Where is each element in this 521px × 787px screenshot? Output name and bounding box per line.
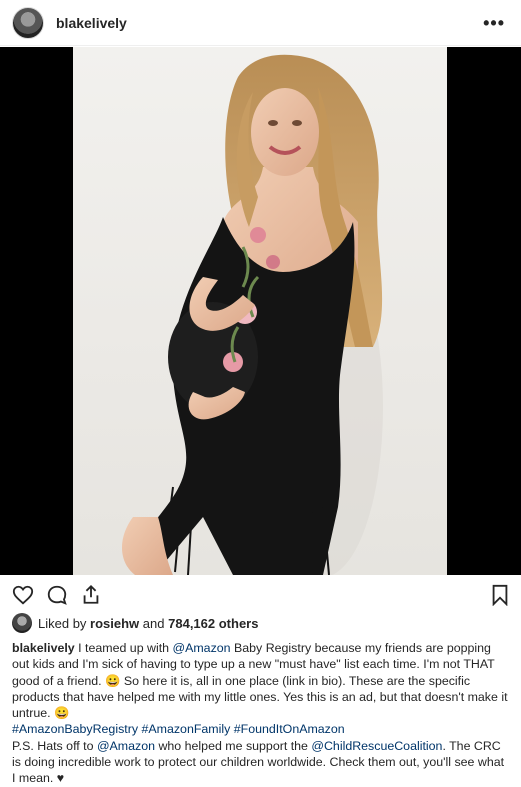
hashtag-link[interactable]: #AmazonBabyRegistry (12, 722, 138, 736)
hashtag-link[interactable]: #AmazonFamily (141, 722, 230, 736)
caption-text: I teamed up with (78, 641, 170, 655)
comment-icon[interactable] (46, 584, 68, 606)
caption-text: who helped me support the (158, 738, 308, 753)
bookmark-icon[interactable] (490, 584, 510, 606)
more-icon[interactable]: ••• (483, 14, 505, 32)
mention-link[interactable]: @Amazon (173, 641, 231, 655)
likes-summary: Liked by rosiehw and 784,162 others (12, 612, 258, 634)
heart-icon[interactable] (12, 584, 34, 606)
photo-illustration (121, 54, 383, 575)
liker-username[interactable]: rosiehw (90, 616, 139, 631)
liker-avatar[interactable] (12, 613, 32, 633)
mention-link[interactable]: @ChildRescueCoalition (311, 739, 442, 753)
post-photo[interactable] (0, 47, 521, 575)
action-bar (0, 575, 521, 615)
caption: blakelively I teamed up with @Amazon Bab… (12, 640, 510, 787)
post-header: blakelively ••• (0, 0, 521, 46)
mention-link[interactable]: @Amazon (97, 739, 155, 753)
photo-image (73, 47, 447, 575)
share-icon[interactable] (80, 583, 102, 606)
likes-count[interactable]: 784,162 others (168, 616, 258, 631)
liked-by-prefix: Liked by (38, 615, 87, 631)
hashtag-link[interactable]: #FoundItOnAmazon (234, 722, 345, 736)
caption-text: P.S. Hats off to (12, 738, 94, 753)
liked-by-and: and (142, 615, 165, 631)
caption-author[interactable]: blakelively (12, 641, 75, 655)
avatar[interactable] (12, 6, 44, 39)
username[interactable]: blakelively (56, 15, 127, 31)
